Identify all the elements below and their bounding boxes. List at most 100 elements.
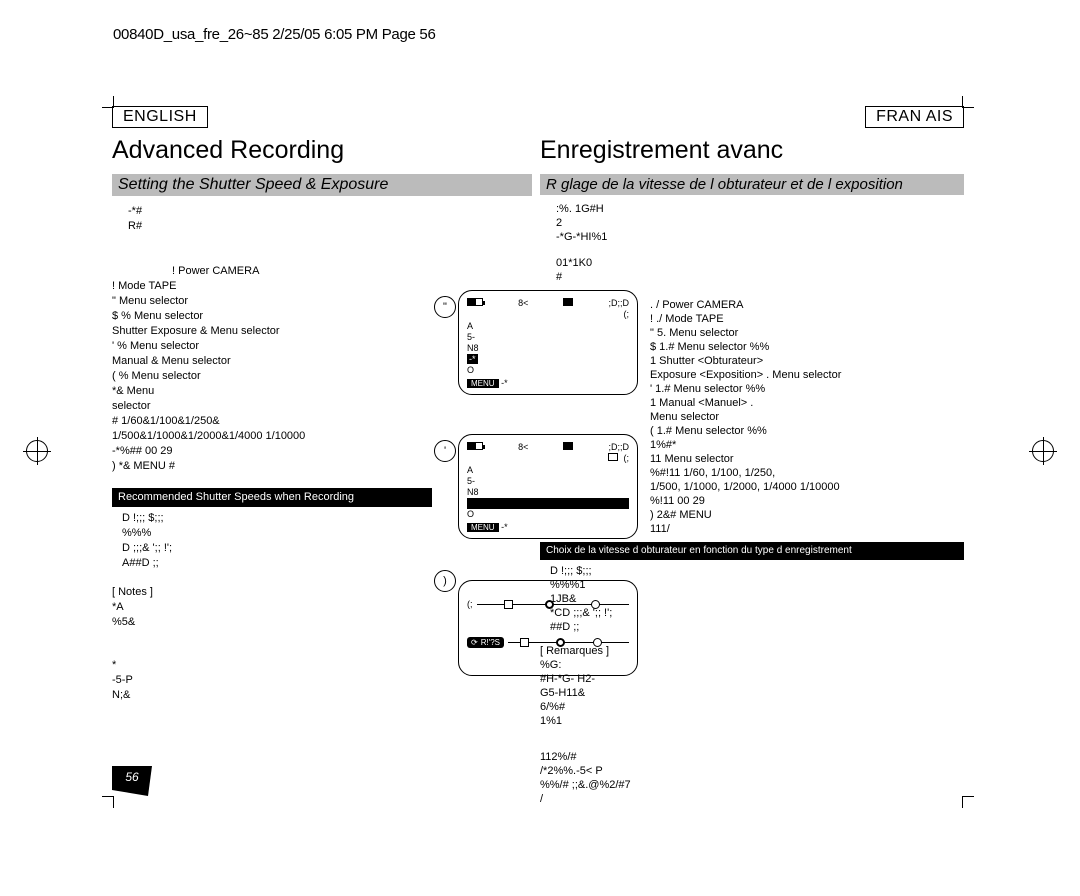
text: N;& [112, 688, 432, 703]
text: A [467, 465, 629, 476]
text: ! Power CAMERA [172, 264, 432, 279]
text: / [540, 792, 964, 806]
text: D !;;; $;;; [122, 511, 432, 526]
step-circle-3: " [434, 296, 456, 318]
text: 8< [518, 298, 528, 308]
text: /*2%%.-5< P [540, 764, 964, 778]
tape-icon [563, 442, 573, 450]
selected-item: -* [467, 354, 478, 364]
text: ;D;;D [608, 442, 629, 452]
shutter-slider [508, 642, 629, 643]
text: 5- [467, 332, 629, 343]
file-header: 00840D_usa_fre_26~85 2/25/05 6:05 PM Pag… [113, 26, 435, 43]
text: D ;;;& ';; !'; [122, 541, 432, 556]
lcd-screen-2: 8< ;D;;D (; A 5- N8 O MENU -* [458, 434, 638, 539]
text: %%/# ;;&.@%2/#7 [540, 778, 964, 792]
step-circle-7: ) [434, 570, 456, 592]
menu-label: MENU [467, 379, 499, 388]
text: . / Power CAMERA [650, 298, 964, 312]
text: (; [624, 453, 630, 463]
text: 6/%# [540, 700, 964, 714]
text: N8 [467, 343, 629, 354]
text: 11 Menu selector [650, 452, 964, 466]
text: %#!11 1/60, 1/100, 1/250, [650, 466, 964, 480]
text: ;D;;D [608, 298, 629, 308]
text: $ % Menu selector [112, 309, 432, 324]
card-icon [608, 453, 618, 461]
page-frame: ENGLISH FRAN AIS Advanced Recording Enre… [108, 102, 968, 802]
exposure-slider [477, 604, 630, 605]
text: %%% [122, 526, 432, 541]
text: " Menu selector [112, 294, 432, 309]
text: 1%1 [540, 714, 964, 728]
selected-item [467, 498, 629, 509]
text: O [467, 509, 629, 520]
tape-icon [563, 298, 573, 306]
text: %5& [112, 615, 432, 630]
lcd-screen-1: 8< ;D;;D (; A 5- N8 -* O MENU -* [458, 290, 638, 395]
menu-label: MENU [467, 523, 499, 532]
text: 111/ [650, 522, 964, 536]
text: ( 1.# Menu selector %% [650, 424, 964, 438]
text: " 5. Menu selector [650, 326, 964, 340]
text: ( % Menu selector [112, 369, 432, 384]
text: 1 Manual <Manuel> . [650, 396, 964, 410]
text: # 1/60&1/100&1/250& [112, 414, 432, 429]
text: A##D ;; [122, 556, 432, 571]
text: ! Mode TAPE [112, 279, 432, 294]
recommended-band-en: Recommended Shutter Speeds when Recordin… [112, 488, 432, 507]
text: -5-P [112, 673, 432, 688]
text: A [467, 321, 629, 332]
title-french: Enregistrement avanc [540, 136, 783, 165]
text: -*%## 00 29 [112, 444, 432, 459]
page-number: 56 [112, 766, 152, 796]
text: selector [112, 399, 432, 414]
text: (; [624, 309, 630, 319]
subtitle-french: R glage de la vitesse de l obturateur et… [540, 174, 964, 195]
text: N8 [467, 487, 629, 498]
text: ! ./ Mode TAPE [650, 312, 964, 326]
text: 1/500, 1/1000, 1/2000, 1/4000 1/10000 [650, 480, 964, 494]
text: ) *& MENU # [112, 459, 432, 474]
text: Manual & Menu selector [112, 354, 432, 369]
text: G5-H11& [540, 686, 964, 700]
text: 1%#* [650, 438, 964, 452]
text: -* [501, 522, 508, 532]
refresh-icon: ⟳ [471, 638, 478, 647]
crop-mark [102, 796, 114, 808]
battery-icon [467, 442, 483, 450]
text: Shutter Exposure & Menu selector [112, 324, 432, 339]
text: %!11 00 29 [650, 494, 964, 508]
text: 2 [556, 216, 964, 230]
text: -*G-*HI%1 [556, 230, 964, 244]
text: ' 1.# Menu selector %% [650, 382, 964, 396]
text: ' % Menu selector [112, 339, 432, 354]
text: 1/500&1/1000&1/2000&1/4000 1/10000 [112, 429, 432, 444]
registration-mark [26, 440, 48, 462]
text: $ 1.# Menu selector %% [650, 340, 964, 354]
step-circle-5: ' [434, 440, 456, 462]
text: :%. 1G#H [556, 202, 964, 216]
text: Exposure <Exposition> . Menu selector [650, 368, 964, 382]
notes-title: [ Notes ] [112, 585, 432, 600]
text: # [556, 270, 964, 284]
lang-english: ENGLISH [112, 106, 208, 128]
recommended-band-fr: Choix de la vitesse d obturateur en fonc… [540, 542, 964, 560]
text: R# [128, 219, 432, 234]
text: *A [112, 600, 432, 615]
subtitle-english: Setting the Shutter Speed & Exposure [112, 174, 532, 196]
title-english: Advanced Recording [112, 136, 344, 165]
text: 5- [467, 476, 629, 487]
text: Menu selector [650, 410, 964, 424]
shutter-pill: ⟳R!'?S [467, 637, 504, 648]
text: 1 Shutter <Obturateur> [650, 354, 964, 368]
text: -*# [128, 204, 432, 219]
text: -* [501, 378, 508, 388]
text: * [112, 658, 432, 673]
text: 01*1K0 [556, 256, 964, 270]
text: 8< [518, 442, 528, 452]
registration-mark [1032, 440, 1054, 462]
text: *& Menu [112, 384, 432, 399]
lcd-screen-3: (; ⟳R!'?S [458, 580, 638, 676]
lang-french: FRAN AIS [865, 106, 964, 128]
